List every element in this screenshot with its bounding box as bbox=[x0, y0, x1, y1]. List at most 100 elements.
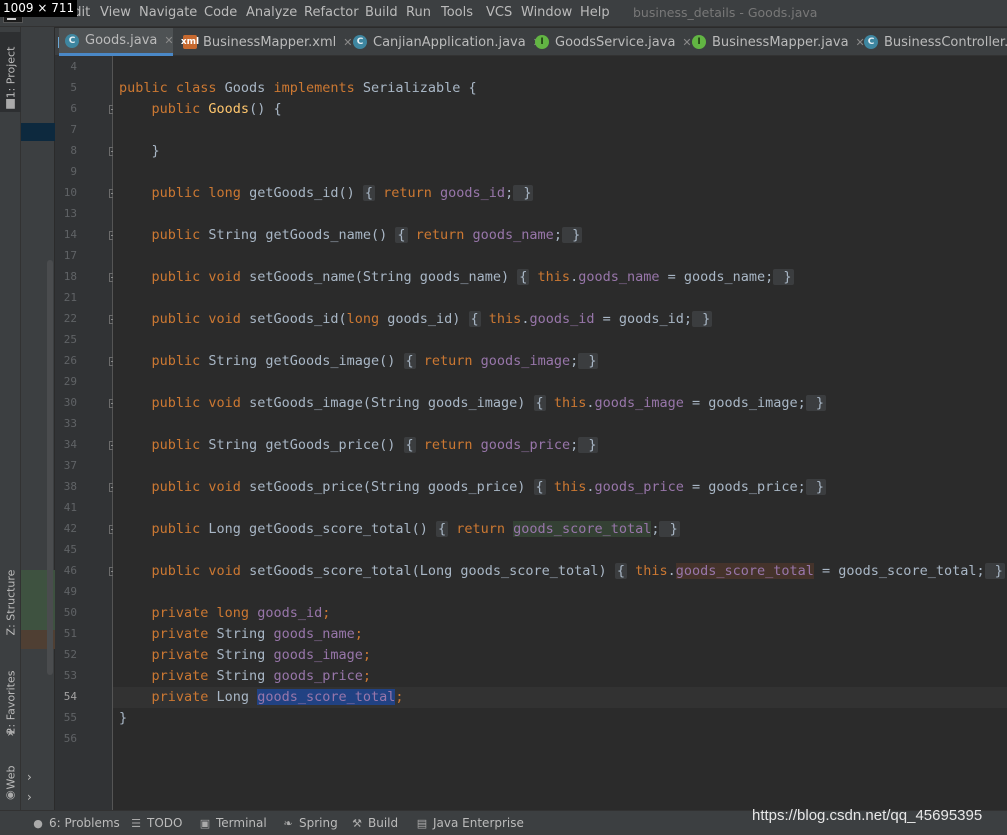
code-token: } bbox=[805, 479, 827, 495]
code-token: private long bbox=[151, 605, 258, 621]
line-number: 8 bbox=[70, 144, 77, 157]
code-token: goods_price bbox=[594, 479, 684, 495]
menu-navigate[interactable]: Navigate bbox=[139, 5, 197, 20]
code-line: public long getGoods_id() { return goods… bbox=[119, 183, 534, 204]
menu-refactor[interactable]: Refactor bbox=[304, 5, 359, 20]
line-number: 13 bbox=[63, 207, 77, 220]
line-number: 41 bbox=[63, 501, 77, 514]
menu-help[interactable]: Help bbox=[580, 5, 610, 20]
line-number: 22 bbox=[63, 312, 77, 325]
tab-goods-java[interactable]: C Goods.java ✕ bbox=[59, 28, 174, 56]
tool-build[interactable]: ⚒ Build bbox=[351, 816, 398, 830]
tool-problems[interactable]: ● 6: Problems bbox=[32, 816, 120, 830]
code-token: long bbox=[346, 311, 388, 327]
code-token: goods_id) bbox=[387, 311, 469, 327]
code-token: public class bbox=[119, 80, 225, 96]
code-token: () { bbox=[249, 101, 282, 117]
tool-spring[interactable]: ❧ Spring bbox=[282, 816, 338, 830]
tab-label: CanjianApplication.java bbox=[373, 34, 526, 50]
line-number: 55 bbox=[63, 711, 77, 724]
tool-tab-web-label: Web bbox=[4, 765, 18, 789]
code-token: } bbox=[692, 311, 713, 327]
code-token: = goods_image; bbox=[683, 395, 806, 411]
code-token: { bbox=[362, 185, 375, 201]
tool-spring-label: Spring bbox=[299, 816, 338, 830]
code-token: goods_score_total bbox=[257, 689, 396, 705]
code-token: { bbox=[403, 353, 416, 369]
code-token: = goods_price; bbox=[683, 479, 806, 495]
menu-view[interactable]: View bbox=[100, 5, 131, 20]
code-token: ; bbox=[553, 227, 562, 243]
tool-java-enterprise-label: Java Enterprise bbox=[433, 816, 524, 830]
code-token: ; bbox=[322, 605, 331, 621]
line-number-gutter[interactable]: 4 5 6 7 8 9 10 13 14 17 18 21 22 25 26 29 30 33 34 37 38 41 42… bbox=[55, 56, 118, 810]
menu-window[interactable]: Window bbox=[521, 5, 572, 20]
code-token: return bbox=[415, 437, 481, 453]
menu-tools[interactable]: Tools bbox=[441, 5, 473, 20]
project-scrollbar[interactable] bbox=[47, 260, 53, 675]
code-token: setGoods_score_total(Long goods_score_to… bbox=[249, 563, 615, 579]
terminal-icon: ▣ bbox=[199, 816, 211, 830]
code-line: public Goods() { bbox=[119, 99, 282, 120]
line-number: 6 bbox=[70, 102, 77, 115]
code-token: = goods_id; bbox=[594, 311, 693, 327]
line-number: 18 bbox=[63, 270, 77, 283]
code-token: public bbox=[151, 353, 209, 369]
menu-build[interactable]: Build bbox=[365, 5, 398, 20]
code-token: private bbox=[151, 689, 217, 705]
menu-code[interactable]: Code bbox=[204, 5, 237, 20]
code-token: public void bbox=[151, 269, 250, 285]
line-number: 7 bbox=[70, 123, 77, 136]
close-icon[interactable]: ✕ bbox=[164, 34, 173, 47]
line-number: 53 bbox=[63, 669, 77, 682]
code-token: { bbox=[403, 437, 416, 453]
code-line: private String goods_image; bbox=[119, 645, 371, 666]
code-token: setGoods_name(String goods_name) bbox=[249, 269, 518, 285]
code-token: Long getGoods_score_total() bbox=[208, 521, 436, 537]
code-token: } bbox=[119, 143, 160, 159]
code-token: String bbox=[216, 668, 274, 684]
class-icon: C bbox=[864, 35, 878, 49]
code-token: public void bbox=[151, 311, 250, 327]
chevron-right-icon-2[interactable]: › bbox=[27, 790, 32, 804]
tool-tab-structure[interactable]: Z: Structure bbox=[0, 547, 21, 657]
tool-todo[interactable]: ☰ TODO bbox=[130, 816, 182, 830]
tab-label: BusinessMapper.xml bbox=[203, 34, 337, 50]
code-editor[interactable]: public class Goods implements Serializab… bbox=[113, 56, 1007, 810]
tool-java-enterprise[interactable]: ▤ Java Enterprise bbox=[416, 816, 524, 830]
tab-business-controller[interactable]: C BusinessController.java bbox=[858, 28, 1007, 56]
code-token: } bbox=[119, 710, 128, 726]
tab-canjian-application[interactable]: C CanjianApplication.java ✕ bbox=[347, 28, 542, 56]
project-selection-highlight bbox=[21, 123, 55, 141]
tab-goods-service[interactable]: I GoodsService.java ✕ bbox=[529, 28, 692, 56]
menu-run[interactable]: Run bbox=[406, 5, 431, 20]
tool-tab-structure-label: Z: Structure bbox=[4, 569, 18, 635]
line-number: 45 bbox=[63, 543, 77, 556]
line-number: 33 bbox=[63, 417, 77, 430]
code-token: private bbox=[151, 668, 217, 684]
tool-tab-project-label: 1: Project bbox=[4, 46, 17, 98]
code-token: implements bbox=[273, 80, 363, 96]
tab-business-mapper-xml[interactable]: xml BusinessMapper.xml ✕ bbox=[177, 28, 353, 56]
tool-terminal[interactable]: ▣ Terminal bbox=[199, 816, 267, 830]
code-token: this bbox=[529, 269, 571, 285]
code-token: this bbox=[626, 563, 668, 579]
code-token: String bbox=[216, 647, 274, 663]
code-token: String getGoods_image() bbox=[208, 353, 404, 369]
code-token: private bbox=[151, 626, 217, 642]
menu-vcs[interactable]: VCS bbox=[486, 5, 512, 20]
code-token: public bbox=[151, 227, 209, 243]
code-token: goods_image bbox=[594, 395, 684, 411]
line-number: 9 bbox=[70, 165, 77, 178]
tab-business-mapper-java[interactable]: I BusinessMapper.java ✕ bbox=[686, 28, 865, 56]
menu-bar: 1009 × 711 File Edit View Navigate Code … bbox=[0, 0, 1007, 27]
menu-analyze[interactable]: Analyze bbox=[246, 5, 297, 20]
chevron-right-icon[interactable]: › bbox=[27, 770, 32, 784]
code-token: return bbox=[415, 353, 481, 369]
line-number: 37 bbox=[63, 459, 77, 472]
